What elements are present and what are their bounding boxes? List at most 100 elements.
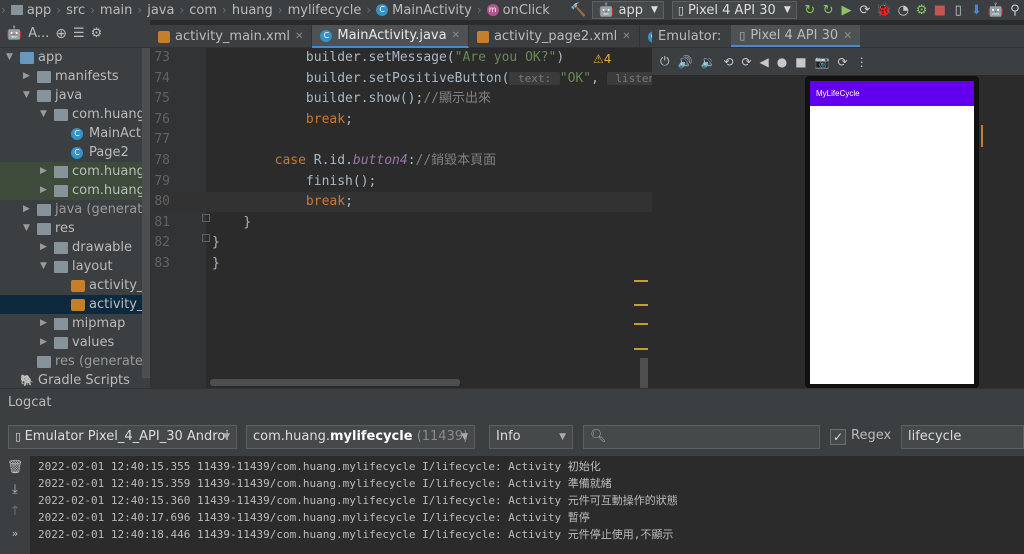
scroll-to-end-icon[interactable]: ⤓ — [0, 478, 30, 500]
tree-item[interactable]: ▼ java — [0, 86, 150, 105]
tree-item[interactable]: ▶ values — [0, 333, 150, 352]
tree-item[interactable]: ▶ com.huang.mylifecycle — [0, 181, 150, 200]
close-icon[interactable]: ✕ — [622, 31, 630, 42]
tree-item[interactable]: ▶ mipmap — [0, 314, 150, 333]
code-line[interactable]: 80 break; — [150, 192, 652, 213]
tree-item[interactable]: C Page2 — [0, 143, 150, 162]
code-line[interactable]: 79 finish(); — [150, 172, 652, 192]
phone-screen[interactable]: MyLifeCycle — [810, 81, 974, 384]
close-icon[interactable]: ✕ — [843, 29, 852, 42]
code-line[interactable]: 75 builder.show();//顯示出來 — [150, 89, 652, 109]
apply-code-changes-icon[interactable]: ↻ — [821, 1, 835, 19]
rotate-left-icon[interactable]: ⟲ — [723, 55, 733, 69]
android-icon[interactable]: 🤖 — [6, 26, 22, 41]
chevron-right-icon[interactable]: ▶ — [40, 333, 50, 352]
tree-item[interactable]: ▶ drawable — [0, 238, 150, 257]
code-line[interactable]: 73 builder.setMessage("Are you OK?") — [150, 48, 652, 68]
chevron-right-icon[interactable]: ▶ — [40, 314, 50, 333]
error-stripe-marker[interactable] — [634, 280, 648, 282]
debug-icon[interactable]: 🐞 — [876, 1, 892, 19]
chevron-right-icon[interactable]: ▶ — [40, 238, 50, 257]
editor-tab[interactable]: activity_page2.xml ✕ — [469, 25, 640, 48]
emulator-device-tab[interactable]: ▯ Pixel 4 API 30 ✕ — [731, 25, 861, 47]
chevron-down-icon[interactable]: ▼ — [23, 219, 33, 238]
fold-icon[interactable] — [202, 234, 210, 242]
code-editor[interactable]: 73 builder.setMessage("Are you OK?") 74 b… — [150, 48, 652, 388]
project-view-label[interactable]: A... — [28, 26, 49, 41]
regex-checkbox[interactable]: ✓ — [830, 429, 846, 445]
home-icon[interactable]: ● — [777, 55, 787, 69]
log-line[interactable]: 2022-02-01 12:40:15.359 11439-11439/com.… — [38, 475, 612, 492]
error-stripe-marker[interactable] — [634, 304, 648, 306]
tree-item[interactable]: ▼ layout — [0, 257, 150, 276]
chevron-down-icon[interactable]: ▼ — [23, 86, 33, 105]
code-line[interactable]: 78 case R.id.button4://銷毀本頁面 — [150, 151, 652, 171]
tree-item[interactable]: ▼ com.huang.mylifecycle — [0, 105, 150, 124]
run-icon[interactable]: ▶ — [839, 1, 853, 19]
camera-icon[interactable]: 📷 — [815, 55, 830, 69]
avd-icon[interactable]: 🤖 — [988, 1, 1004, 19]
settings-icon[interactable]: ⚙ — [91, 26, 103, 41]
search-field[interactable]: 🔍︎ — [583, 425, 820, 449]
error-stripe-marker[interactable] — [634, 348, 648, 350]
code-line[interactable]: 82} — [150, 233, 652, 253]
error-stripe-marker[interactable] — [634, 323, 648, 325]
chevron-down-icon[interactable]: ▼ — [6, 48, 16, 67]
overview-icon[interactable]: ■ — [795, 55, 806, 69]
editor-vertical-scrollbar[interactable] — [640, 358, 648, 388]
tree-item[interactable]: C MainActivity — [0, 124, 150, 143]
target-icon[interactable]: ⊕ — [55, 26, 67, 42]
collapse-all-icon[interactable]: ☰ — [73, 26, 85, 41]
breadcrumb-item[interactable]: app — [7, 3, 55, 18]
code-line[interactable]: 83} — [150, 254, 652, 274]
tree-item[interactable]: activity_page2.xml — [0, 295, 150, 314]
run-config-select[interactable]: 🤖 app ▼ — [592, 1, 664, 19]
close-icon[interactable]: ✕ — [452, 30, 460, 41]
breadcrumb-item[interactable]: C MainActivity — [372, 3, 476, 18]
chevron-right-icon[interactable]: ▶ — [40, 162, 50, 181]
tree-item[interactable]: ▶ com.huang.mylifecycle — [0, 162, 150, 181]
chevron-right-icon[interactable]: ▶ — [23, 200, 33, 219]
log-line[interactable]: 2022-02-01 12:40:15.360 11439-11439/com.… — [38, 492, 678, 509]
device-select[interactable]: ▯ Emulator Pixel_4_API_30 Androi ▼ — [8, 425, 237, 449]
log-line[interactable]: 2022-02-01 12:40:17.696 11439-11439/com.… — [38, 509, 590, 526]
tree-item[interactable]: ▼ res — [0, 219, 150, 238]
inspection-widget[interactable]: ⚠4 — [590, 52, 615, 66]
breadcrumb-item[interactable]: main — [96, 3, 136, 18]
sdk-manager-icon[interactable]: ⬇ — [969, 1, 983, 19]
breadcrumb-item[interactable]: src — [62, 3, 89, 18]
chevron-right-icon[interactable]: ▶ — [23, 67, 33, 86]
rotate-right-icon[interactable]: ⟳ — [741, 55, 751, 69]
tree-item[interactable]: 🐘 Gradle Scripts — [0, 371, 150, 388]
attach-debugger-icon[interactable]: ⚙ — [914, 1, 928, 19]
chevron-right-icon[interactable]: ▶ — [40, 181, 50, 200]
process-select[interactable]: com.huang.mylifecycle (11439) ▼ — [246, 425, 475, 449]
snapshot-icon[interactable]: ⟳ — [838, 55, 848, 69]
trash-icon[interactable]: 🗑 — [0, 456, 30, 478]
apply-changes-icon[interactable]: ↻ — [803, 1, 817, 19]
breadcrumb-item[interactable]: m onClick — [483, 3, 554, 18]
code-line[interactable]: 74 builder.setPositiveButton( text: "OK"… — [150, 69, 652, 89]
tree-item[interactable]: activity_main.xml — [0, 276, 150, 295]
code-line[interactable]: 76 break; — [150, 110, 652, 130]
breadcrumb-item[interactable]: mylifecycle — [284, 3, 366, 18]
hammer-icon[interactable]: 🔨 — [570, 1, 586, 19]
chevron-down-icon[interactable]: ▼ — [40, 257, 50, 276]
level-select[interactable]: Info ▼ — [489, 425, 573, 449]
log-line[interactable]: 2022-02-01 12:40:15.355 11439-11439/com.… — [38, 458, 601, 475]
rerun-icon[interactable]: ⟳ — [858, 1, 872, 19]
profile-icon[interactable]: ◔ — [896, 1, 910, 19]
breadcrumb-item[interactable]: com — [185, 3, 221, 18]
log-line[interactable]: 2022-02-01 12:40:18.446 11439-11439/com.… — [38, 526, 673, 543]
volume-up-icon[interactable]: 🔊 — [678, 55, 693, 69]
search-input[interactable] — [610, 429, 801, 443]
close-icon[interactable]: ✕ — [295, 31, 303, 42]
power-icon[interactable]: ⏻ — [660, 54, 670, 69]
device-select[interactable]: ▯ Pixel 4 API 30 ▼ — [671, 1, 797, 19]
tree-item[interactable]: ▼ app — [0, 48, 150, 67]
fold-icon[interactable] — [202, 214, 210, 222]
breadcrumb-item[interactable]: huang — [228, 3, 277, 18]
back-icon[interactable]: ◀ — [760, 55, 769, 69]
device-manager-icon[interactable]: ▯ — [951, 1, 965, 19]
tree-item[interactable]: ▶ manifests — [0, 67, 150, 86]
